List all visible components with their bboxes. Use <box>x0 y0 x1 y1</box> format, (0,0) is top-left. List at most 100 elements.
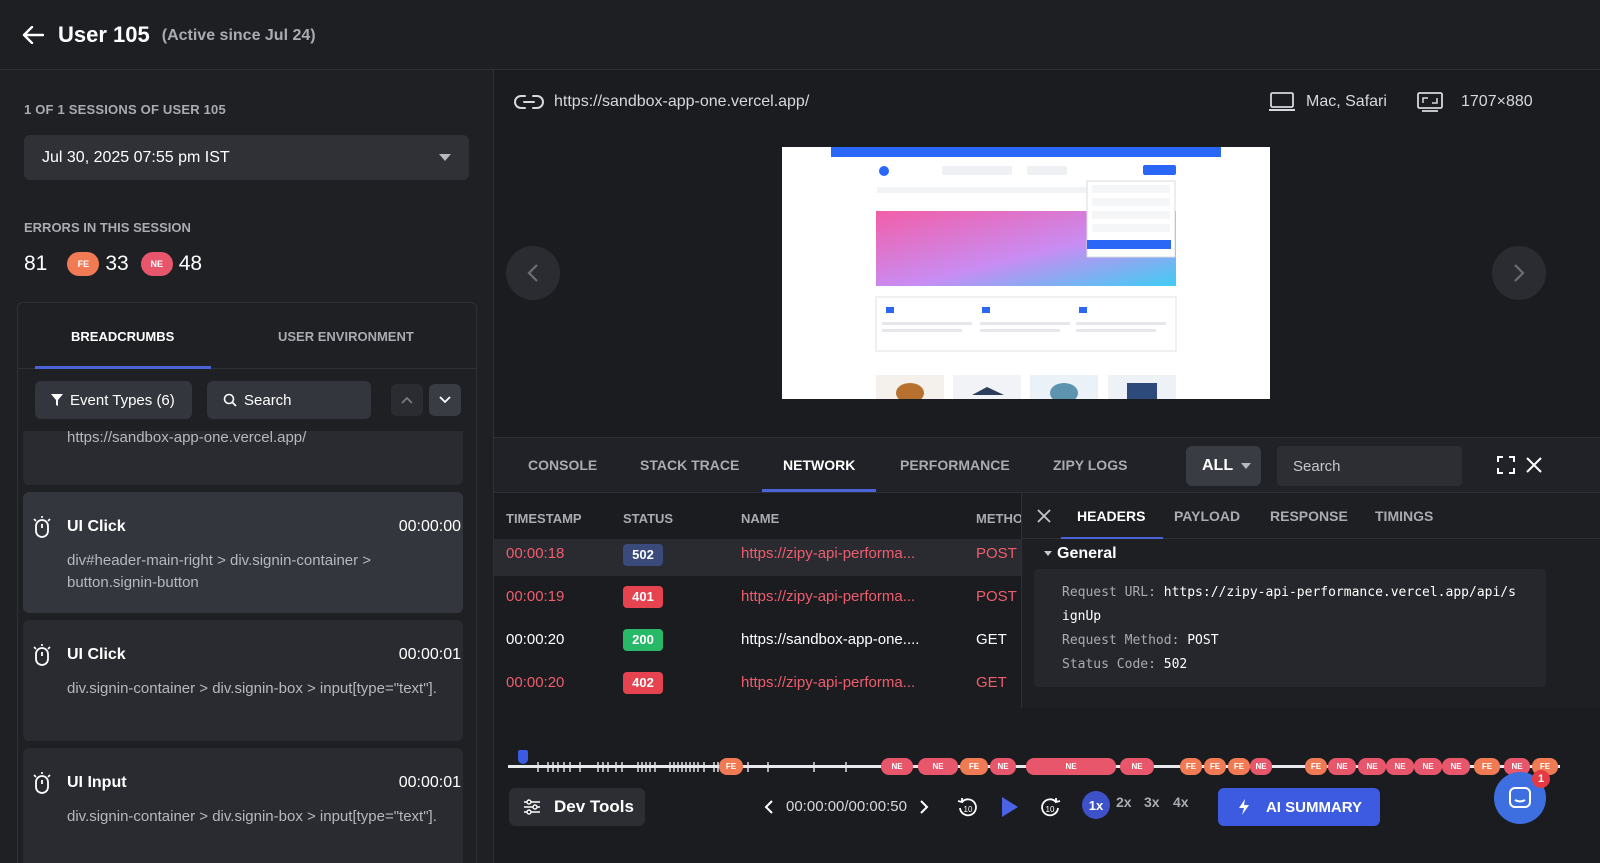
request-method-label: Request Method: <box>1062 633 1180 648</box>
row-timestamp: 00:00:20 <box>506 631 565 648</box>
column-timestamp: TIMESTAMP <box>506 511 582 526</box>
top-bar: User 105 (Active since Jul 24) <box>0 0 1600 70</box>
network-table: TIMESTAMP STATUS NAME METHO 00:00:18 502… <box>494 493 1021 708</box>
row-method: POST <box>976 588 1017 605</box>
timeline-marker-ne[interactable]: NE <box>1386 758 1414 775</box>
rewind-10-icon[interactable]: 10 <box>956 796 980 820</box>
list-item[interactable]: UI Click 00:00:00 div#header-main-right … <box>23 492 463 613</box>
speed-3x[interactable]: 3x <box>1144 794 1160 810</box>
timeline-marker-ne[interactable]: NE <box>1358 758 1386 775</box>
timeline-marker-ne[interactable]: NE <box>1414 758 1442 775</box>
event-types-filter-button[interactable]: Event Types (6) <box>35 381 192 419</box>
tab-timings[interactable]: TIMINGS <box>1375 493 1433 539</box>
table-row[interactable]: 00:00:20 200 https://sandbox-app-one....… <box>494 619 1021 662</box>
chevron-right-icon[interactable] <box>919 799 929 814</box>
resolution-label: 1707×880 <box>1461 93 1533 110</box>
previous-event-button[interactable] <box>391 384 423 416</box>
event-title: UI Input <box>67 774 127 791</box>
network-filter-dropdown[interactable]: ALL <box>1186 446 1261 486</box>
tab-zipy-logs[interactable]: ZIPY LOGS <box>1053 438 1127 492</box>
back-arrow-icon[interactable] <box>20 22 46 48</box>
event-selector: div.signin-container > div.signin-box > … <box>67 808 437 825</box>
timeline-marker-fe[interactable]: FE <box>1474 758 1500 775</box>
event-time: 00:00:01 <box>398 646 461 663</box>
chevron-right-icon <box>1514 264 1525 282</box>
ne-count: 48 <box>178 252 203 275</box>
column-method: METHO <box>976 511 1021 526</box>
timeline-marker-ne[interactable]: NE <box>1026 758 1116 775</box>
row-timestamp: 00:00:18 <box>506 545 565 562</box>
timeline-marker-ne[interactable]: NE <box>990 758 1016 775</box>
table-row[interactable]: 00:00:18 502 https://zipy-api-performa..… <box>494 539 1021 576</box>
general-section-title: General <box>1057 545 1117 562</box>
resolution-info: 1707×880 <box>1416 90 1533 114</box>
chevron-up-icon <box>401 396 413 404</box>
close-icon[interactable] <box>1525 456 1543 474</box>
event-types-label: Event Types (6) <box>70 391 175 409</box>
timeline-marker-ne[interactable]: NE <box>881 758 913 775</box>
next-session-button[interactable] <box>1492 246 1546 300</box>
speed-2x[interactable]: 2x <box>1116 794 1132 810</box>
chevron-left-icon[interactable] <box>764 799 774 814</box>
timeline-marker-ne[interactable]: NE <box>1328 758 1356 775</box>
search-icon <box>223 393 237 407</box>
chat-widget-button[interactable]: 1 <box>1494 770 1550 824</box>
speed-4x[interactable]: 4x <box>1173 794 1189 810</box>
playback-time: 00:00:00/00:00:50 <box>764 798 929 815</box>
tab-user-environment[interactable]: USER ENVIRONMENT <box>278 303 414 369</box>
tab-response[interactable]: RESPONSE <box>1270 493 1348 539</box>
close-icon[interactable] <box>1036 508 1052 524</box>
tab-network[interactable]: NETWORK <box>761 438 877 492</box>
timeline-marker-fe[interactable]: FE <box>960 758 988 775</box>
tab-payload[interactable]: PAYLOAD <box>1174 493 1240 539</box>
event-selector: div.signin-container > div.signin-box > … <box>67 680 437 697</box>
list-item[interactable]: UI Input 00:00:01 div.signin-container >… <box>23 748 463 863</box>
session-dropdown-value: Jul 30, 2025 07:55 pm IST <box>42 148 230 166</box>
row-name: https://zipy-api-performa... <box>741 545 916 562</box>
dev-tools-button[interactable]: Dev Tools <box>509 788 645 826</box>
column-name: NAME <box>741 511 780 526</box>
session-dropdown[interactable]: Jul 30, 2025 07:55 pm IST <box>24 135 469 180</box>
fe-count: 33 <box>105 252 129 275</box>
caret-down-icon[interactable] <box>1044 551 1052 556</box>
tab-breadcrumbs[interactable]: BREADCRUMBS <box>34 303 212 369</box>
page-url: https://sandbox-app-one.vercel.app/ <box>67 431 307 446</box>
session-replay-preview[interactable] <box>782 147 1270 399</box>
link-icon <box>514 95 544 109</box>
tab-stack-trace[interactable]: STACK TRACE <box>640 438 739 492</box>
timeline-marker-ne[interactable]: NE <box>1442 758 1470 775</box>
timeline-marker-ne[interactable]: NE <box>1120 758 1154 775</box>
session-timeline[interactable]: FE NE NE FE NE NE NE FE FE FE NE FE NE N… <box>508 750 1560 778</box>
sliders-icon <box>524 799 540 815</box>
timeline-marker-fe[interactable]: FE <box>1305 758 1327 775</box>
previous-session-button[interactable] <box>506 246 560 300</box>
list-item[interactable]: https://sandbox-app-one.vercel.app/ <box>23 431 463 485</box>
tab-performance[interactable]: PERFORMANCE <box>900 438 1010 492</box>
event-title: UI Click <box>67 518 126 535</box>
timeline-marker-fe[interactable]: FE <box>1228 758 1250 775</box>
tab-console[interactable]: CONSOLE <box>528 438 597 492</box>
breadcrumb-list: https://sandbox-app-one.vercel.app/ UI C… <box>23 431 463 863</box>
row-timestamp: 00:00:19 <box>506 588 565 605</box>
forward-10-icon[interactable]: 10 <box>1038 796 1062 820</box>
breadcrumb-toolbar: Event Types (6) Search <box>35 381 465 419</box>
event-selector: div#header-main-right > div.signin-conta… <box>67 552 372 591</box>
timeline-marker-fe[interactable]: FE <box>1180 758 1202 775</box>
svg-text:10: 10 <box>1046 805 1055 814</box>
row-method: GET <box>976 631 1007 648</box>
timeline-marker-fe[interactable]: FE <box>1204 758 1226 775</box>
table-row[interactable]: 00:00:20 402 https://zipy-api-performa..… <box>494 662 1021 705</box>
timeline-marker-ne[interactable]: NE <box>1250 758 1272 775</box>
devtools-search-input[interactable] <box>1277 446 1462 486</box>
expand-icon[interactable] <box>1497 456 1515 474</box>
play-icon[interactable] <box>997 795 1021 819</box>
tab-headers[interactable]: HEADERS <box>1060 493 1165 539</box>
breadcrumb-search-button[interactable]: Search <box>207 381 371 419</box>
speed-1x[interactable]: 1x <box>1082 791 1110 819</box>
list-item[interactable]: UI Click 00:00:01 div.signin-container >… <box>23 620 463 741</box>
ai-summary-button[interactable]: AI SUMMARY <box>1218 788 1380 826</box>
timeline-marker-fe[interactable]: FE <box>719 758 743 775</box>
next-event-button[interactable] <box>429 384 461 416</box>
table-row[interactable]: 00:00:19 401 https://zipy-api-performa..… <box>494 576 1021 619</box>
timeline-marker-ne[interactable]: NE <box>918 758 958 775</box>
